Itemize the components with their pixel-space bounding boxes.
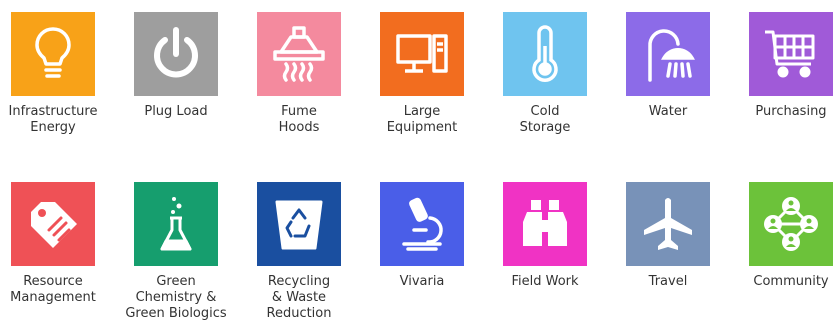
tile-square: [626, 12, 710, 96]
tile-label: Plug Load: [144, 104, 208, 119]
flask-icon: [160, 197, 192, 251]
computer-icon: [396, 34, 448, 73]
tile-square: [11, 12, 95, 96]
tile-square: [503, 182, 587, 266]
tile-label: Recycling & Waste Reduction: [266, 274, 332, 321]
shower-icon: [648, 29, 695, 82]
tile-label: Fume Hoods: [278, 104, 320, 135]
tile-square: [380, 12, 464, 96]
tile-label: Large Equipment: [386, 104, 458, 135]
tile-square: [257, 182, 341, 266]
binoculars-icon: [523, 200, 567, 246]
tile-square: [134, 182, 218, 266]
tile-label: Community: [753, 274, 829, 289]
tile-square: [626, 182, 710, 266]
tile-square: [257, 12, 341, 96]
recycle-bin-icon: [275, 200, 323, 250]
airplane-icon: [644, 198, 692, 250]
tag-icon: [31, 202, 77, 248]
tile-label: Cold Storage: [519, 104, 571, 135]
tile-square: [749, 12, 833, 96]
tile-label: Water: [648, 104, 688, 119]
lightbulb-icon: [35, 27, 71, 78]
microscope-icon: [402, 197, 443, 251]
fume-hood-icon: [273, 26, 325, 82]
tile-label: Infrastructure Energy: [8, 104, 98, 135]
tile-label: Resource Management: [10, 274, 96, 305]
tile-square: [134, 12, 218, 96]
tile-square: [380, 182, 464, 266]
power-icon: [154, 27, 198, 78]
tile-label: Field Work: [511, 274, 579, 289]
tile-label: Purchasing: [755, 104, 827, 119]
tile-square: [503, 12, 587, 96]
tile-square: [749, 182, 833, 266]
network-icon: [764, 197, 818, 251]
shopping-cart-icon: [765, 30, 815, 78]
tile-label: Vivaria: [399, 274, 445, 289]
tile-label: Travel: [648, 274, 688, 289]
thermometer-icon: [532, 25, 558, 82]
tile-square: [11, 182, 95, 266]
tile-label: Green Chemistry & Green Biologics: [125, 274, 227, 321]
